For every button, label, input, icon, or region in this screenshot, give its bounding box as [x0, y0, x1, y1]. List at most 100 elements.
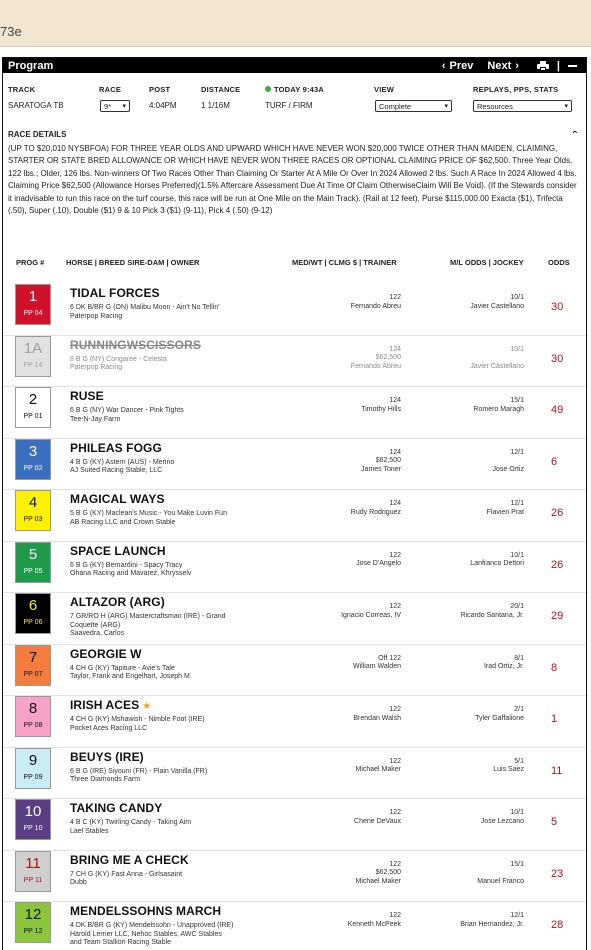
owner-line: Paterpop Racing	[70, 312, 123, 320]
entry-row[interactable]: 12 PP 12 MENDELSSOHNS MARCH 4 DK B/BR G (KY…	[3, 902, 586, 950]
entry-row[interactable]: 1 PP 04 TIDAL FORCES 6 DK B/BR G (ON) Malib…	[3, 284, 586, 336]
morning-line-odds: 12/1	[510, 500, 524, 507]
horse-name-text: SPACE LAUNCH	[70, 543, 166, 558]
track-value: SARATOGA TB	[8, 101, 64, 110]
horse-name[interactable]: IRISH ACES ★	[70, 698, 151, 712]
horse-name[interactable]: PHILEAS FOGG	[70, 441, 162, 455]
entry-row[interactable]: 7 PP 07 GEORGIE W 4 CH G (KY) Tapiture - Av…	[3, 644, 586, 696]
entry-row[interactable]: 10 PP 10 TAKING CANDY 4 B C (KY) Twirling C…	[3, 799, 586, 851]
track-label: TRACK	[8, 85, 36, 94]
program-bar: Program ‹ Prev Next › |	[3, 58, 586, 73]
horse-name[interactable]: ALTAZOR (ARG)	[70, 595, 165, 609]
morning-line-odds: 10/1	[510, 294, 524, 301]
post-position: PP 12	[23, 928, 43, 935]
owner-line: Ohana Racing and Mavarez, Khrysselv	[70, 570, 192, 577]
jockey: Brian Hernandez, Jr.	[460, 920, 524, 928]
live-odds: 29	[551, 610, 564, 622]
owner-line: Lael Stables	[70, 827, 109, 835]
horse-name-text: IRISH ACES	[70, 698, 140, 712]
weight: 122	[389, 860, 401, 868]
program-number-box: 7 PP 07	[15, 644, 51, 686]
entry-row[interactable]: 1A PP 14 RUNNINGWSCISSORS 8 B G (NY) Congar…	[3, 335, 586, 387]
program-number: 7	[28, 648, 38, 666]
horse-name-text: ALTAZOR (ARG)	[70, 595, 165, 609]
resources-select-value: Resources	[477, 101, 513, 111]
trainer: William Walden	[353, 663, 401, 670]
program-number: 5	[28, 545, 38, 563]
horse-name[interactable]: GEORGIE W	[70, 647, 142, 661]
minimize-icon[interactable]	[568, 64, 577, 67]
horse-name[interactable]: RUSE	[70, 389, 104, 403]
horse-name[interactable]: BRING ME A CHECK	[70, 853, 189, 867]
col-prog: PROG #	[16, 258, 45, 267]
morning-line-odds: 12/1	[510, 448, 524, 456]
entry-row[interactable]: 2 PP 01 RUSE 6 B G (NY) War Dancer - Pink T…	[3, 387, 586, 439]
horse-name[interactable]: RUNNINGWSCISSORS	[70, 338, 201, 352]
entry-row[interactable]: 6 PP 06 ALTAZOR (ARG) 7 GR/RO H (ARG) Maste…	[3, 593, 586, 645]
horse-name-text: BRING ME A CHECK	[70, 852, 189, 867]
surface-value: TURF / FIRM	[265, 101, 313, 110]
post-position: PP 07	[23, 670, 43, 678]
horse-name[interactable]: MAGICAL WAYS	[70, 492, 165, 506]
horse-name-text: TIDAL FORCES	[70, 286, 160, 300]
post-position: PP 14	[23, 361, 43, 369]
program-number-box: 10 PP 10	[15, 799, 51, 840]
entry-row[interactable]: 3 PP 02 PHILEAS FOGG 4 B G (KY) Astern (AUS…	[3, 438, 586, 490]
program-number: 1A	[23, 339, 43, 357]
breeding: 4 CH G (KY) Tapiture - Avie's Tale	[70, 664, 175, 672]
distance-value: 1 1/16M	[201, 101, 230, 110]
entries-column-headers: PROG # HORSE | BREED SIRE-DAM | OWNER ME…	[3, 258, 586, 272]
view-select[interactable]: Complete ▾	[375, 100, 452, 112]
weight: 122	[389, 757, 401, 765]
jockey: Manuel Franco	[477, 877, 524, 885]
entry-row[interactable]: 4 PP 03 MAGICAL WAYS 5 B G (KY) Maclean's M…	[3, 490, 586, 542]
horse-name[interactable]: BEUYS (IRE)	[70, 750, 144, 764]
program-number-box: 8 PP 08	[15, 696, 51, 737]
next-button[interactable]: Next ›	[487, 60, 523, 72]
chevron-left-icon: ‹	[441, 59, 446, 72]
morning-line-odds: 8/1	[514, 654, 524, 662]
horse-name[interactable]: SPACE LAUNCH	[70, 544, 166, 558]
entry-row[interactable]: 9 PP 09 BEUYS (IRE) 6 B G (IRE) Siyouni (FR…	[3, 747, 586, 799]
program-panel: Program ‹ Prev Next › | TRACK SARATOGA TB …	[2, 57, 587, 950]
entry-row[interactable]: 8 PP 08 IRISH ACES ★ 4 CH G (KY) Mshawish - …	[3, 696, 586, 748]
program-number-box: 11 PP 11	[15, 850, 51, 892]
race-select[interactable]: 9* ▾	[100, 100, 130, 112]
post-label: POST	[149, 85, 171, 94]
program-number: 3	[28, 442, 38, 460]
morning-line-odds: 10/1	[510, 345, 524, 353]
horse-name[interactable]: MENDELSSOHNS MARCH	[70, 904, 221, 918]
race-label: RACE	[99, 85, 122, 94]
entry-row[interactable]: 11 PP 11 BRING ME A CHECK 7 CH G (KY) Fast …	[3, 850, 586, 902]
trainer: Kenneth McPeek	[347, 920, 401, 928]
col-odds: ODDS	[548, 258, 570, 267]
morning-line-odds: 15/1	[510, 860, 524, 868]
live-odds: 28	[551, 919, 564, 931]
horse-name[interactable]: TAKING CANDY	[70, 801, 162, 815]
browser-strip: 73e	[0, 0, 591, 47]
chevron-up-icon[interactable]: ⌃	[571, 130, 579, 141]
live-odds: 30	[551, 301, 564, 313]
next-label: Next	[487, 59, 512, 72]
view-label: VIEW	[374, 85, 394, 94]
resources-select[interactable]: Resources ▾	[473, 100, 572, 112]
breeding: 7 CH G (KY) Fast Anna - Girlsasaint	[70, 870, 183, 878]
program-number: 10	[24, 803, 42, 820]
program-number-box: 1 PP 04	[15, 284, 51, 325]
prev-button[interactable]: ‹ Prev	[438, 60, 474, 72]
chevron-right-icon: ›	[515, 59, 519, 72]
print-icon[interactable]	[536, 60, 549, 71]
owner-line-2: and Team Stallion Racing Stable	[70, 939, 172, 946]
post-position: PP 02	[23, 464, 43, 472]
horse-name[interactable]: TIDAL FORCES	[70, 286, 160, 300]
weight: 122	[389, 551, 401, 559]
entry-row[interactable]: 5 PP 05 SPACE LAUNCH 6 B G (KY) Bernardini …	[3, 541, 586, 593]
today-status: TODAY 9:43A	[265, 85, 324, 94]
breeding: 4 B G (KY) Astern (AUS) - Merino	[70, 458, 175, 466]
post-position: PP 05	[23, 567, 43, 575]
owner-line: Harold Lerner LLC, Nehoc Stables, AWC St…	[70, 930, 222, 938]
breeding: 6 B G (KY) Bernardini - Spacy Tracy	[70, 561, 183, 569]
weight: 122	[389, 912, 401, 919]
live-odds: 5	[551, 816, 558, 828]
live-odds: 26	[551, 558, 564, 571]
